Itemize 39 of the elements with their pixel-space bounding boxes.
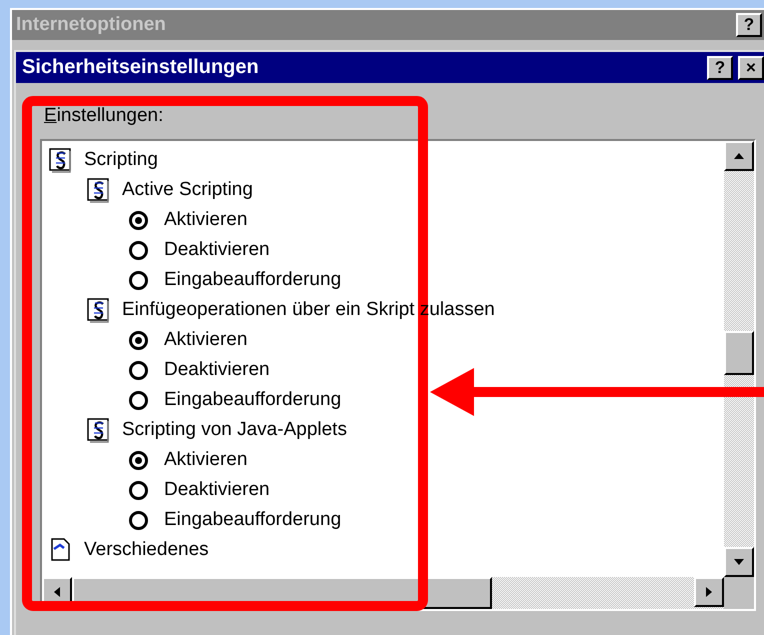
tree-item[interactable]: Verschiedenes [84,539,209,561]
settings-list[interactable] [40,139,756,611]
setting-name: Scripting von Java-Applets [122,419,347,441]
radio-button[interactable] [129,360,148,380]
scroll-up-button[interactable] [724,141,754,171]
setting-name: Active Scripting [122,179,253,201]
radio-label: Aktivieren [164,449,248,471]
radio-button[interactable] [129,210,148,230]
script-document-icon [48,147,74,173]
radio-label: Eingabeaufforderung [164,389,342,411]
radio-label: Deaktivieren [164,359,270,381]
scrollbar-corner [724,577,754,609]
radio-button[interactable] [129,330,148,350]
radio-label: Eingabeaufforderung [164,269,342,291]
scroll-down-button[interactable] [724,547,754,577]
vertical-scrollbar[interactable] [724,141,754,577]
script-document-icon [86,297,112,323]
radio-label: Deaktivieren [164,479,270,501]
script-document-icon [86,417,112,443]
tree-item[interactable]: Scripting [84,149,158,171]
settings-label: Einstellungen: [44,105,164,127]
radio-label: Aktivieren [164,209,248,231]
window-title: Internetoptionen [16,14,166,36]
radio-button[interactable] [129,390,148,410]
close-button[interactable]: × [738,56,764,80]
help-button[interactable]: ? [707,56,733,80]
radio-button[interactable] [129,510,148,530]
scroll-right-button[interactable] [694,577,724,607]
radio-label: Deaktivieren [164,239,270,261]
dialog-title: Sicherheitseinstellungen [22,56,259,79]
help-button[interactable]: ? [736,13,762,37]
script-document-icon [86,177,112,203]
radio-button[interactable] [129,270,148,290]
radio-label: Aktivieren [164,329,248,351]
radio-button[interactable] [129,240,148,260]
radio-button[interactable] [129,480,148,500]
scroll-thumb[interactable] [724,331,754,375]
radio-button[interactable] [129,450,148,470]
radio-label: Eingabeaufforderung [164,509,342,531]
